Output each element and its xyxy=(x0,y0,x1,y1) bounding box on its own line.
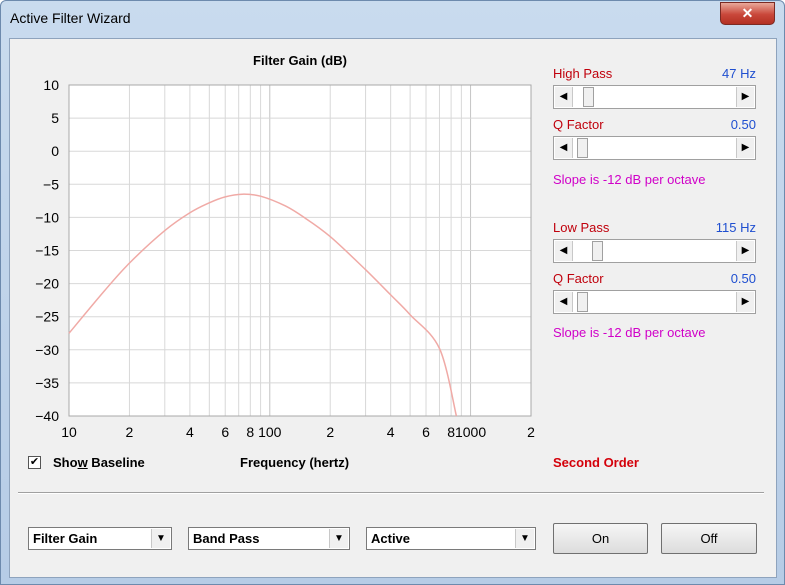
show-baseline-control[interactable]: ✔ Show Baseline xyxy=(28,455,145,470)
scroll-left-icon[interactable]: ◀ xyxy=(555,87,573,107)
high-pass-q-label: Q Factor xyxy=(553,117,604,132)
x-tick-label: 1000 xyxy=(455,424,486,440)
low-pass-q-thumb[interactable] xyxy=(577,292,589,312)
high-pass-thumb[interactable] xyxy=(583,87,595,107)
show-baseline-checkbox[interactable]: ✔ xyxy=(28,456,41,469)
chevron-down-icon[interactable]: ▼ xyxy=(329,529,348,548)
title-bar: Active Filter Wizard ✕ xyxy=(1,1,784,37)
display-mode-value: Filter Gain xyxy=(33,531,98,546)
display-mode-select[interactable]: Filter Gain ▼ xyxy=(28,527,172,550)
high-pass-q-value: 0.50 xyxy=(730,117,756,132)
window-title: Active Filter Wizard xyxy=(10,10,131,26)
low-pass-q-label: Q Factor xyxy=(553,271,604,286)
x-tick-label: 4 xyxy=(186,424,194,440)
low-pass-q-value: 0.50 xyxy=(730,271,756,286)
high-pass-value: 47 Hz xyxy=(722,66,756,81)
low-pass-q-slider[interactable]: ◀ ▶ xyxy=(553,290,756,314)
y-tick-label: 5 xyxy=(51,110,59,126)
x-tick-label: 6 xyxy=(422,424,430,440)
filter-kind-value: Active xyxy=(371,531,411,546)
scroll-left-icon[interactable]: ◀ xyxy=(555,241,573,261)
x-axis-title: Frequency (hertz) xyxy=(240,455,350,470)
y-tick-label: −20 xyxy=(35,276,59,292)
off-button[interactable]: Off xyxy=(661,523,757,554)
x-tick-label: 100 xyxy=(258,424,282,440)
x-tick-label: 2 xyxy=(527,424,535,440)
high-pass-label: High Pass xyxy=(553,66,613,81)
x-tick-label: 8 xyxy=(246,424,254,440)
chevron-down-icon[interactable]: ▼ xyxy=(151,529,170,548)
y-tick-label: −5 xyxy=(43,176,59,192)
chevron-down-icon[interactable]: ▼ xyxy=(515,529,534,548)
y-tick-label: 10 xyxy=(43,77,59,93)
low-pass-label: Low Pass xyxy=(553,220,610,235)
scroll-right-icon[interactable]: ▶ xyxy=(736,292,754,312)
y-tick-label: −10 xyxy=(35,209,59,225)
high-pass-slider[interactable]: ◀ ▶ xyxy=(553,85,756,109)
y-tick-label: −15 xyxy=(35,243,59,259)
scroll-right-icon[interactable]: ▶ xyxy=(736,138,754,158)
x-tick-label: 10 xyxy=(61,424,77,440)
low-pass-slope-text: Slope is -12 dB per octave xyxy=(553,325,706,340)
filter-kind-select[interactable]: Active ▼ xyxy=(366,527,536,550)
y-tick-label: −30 xyxy=(35,342,59,358)
on-button[interactable]: On xyxy=(553,523,648,554)
scroll-left-icon[interactable]: ◀ xyxy=(555,138,573,158)
filter-type-select[interactable]: Band Pass ▼ xyxy=(188,527,350,550)
y-tick-label: 0 xyxy=(51,143,59,159)
low-pass-thumb[interactable] xyxy=(592,241,604,261)
y-tick-label: −35 xyxy=(35,375,59,391)
scroll-left-icon[interactable]: ◀ xyxy=(555,292,573,312)
low-pass-value: 115 Hz xyxy=(715,220,756,235)
high-pass-slope-text: Slope is -12 dB per octave xyxy=(553,172,706,187)
low-pass-slider[interactable]: ◀ ▶ xyxy=(553,239,756,263)
separator xyxy=(18,492,764,494)
filter-type-value: Band Pass xyxy=(193,531,260,546)
high-pass-q-thumb[interactable] xyxy=(577,138,589,158)
scroll-right-icon[interactable]: ▶ xyxy=(736,241,754,261)
x-tick-label: 6 xyxy=(221,424,229,440)
filter-order-label: Second Order xyxy=(553,455,639,470)
x-tick-label: 2 xyxy=(326,424,334,440)
gain-chart: 1050−5−10−15−20−25−30−35−4010 2 4 6 8 100 2 4 6 8… xyxy=(35,77,535,440)
y-tick-label: −40 xyxy=(35,408,59,424)
x-tick-label: 4 xyxy=(387,424,395,440)
close-button[interactable]: ✕ xyxy=(720,2,775,25)
show-baseline-label: Show Baseline xyxy=(53,455,145,470)
high-pass-q-slider[interactable]: ◀ ▶ xyxy=(553,136,756,160)
y-tick-label: −25 xyxy=(35,309,59,325)
chart-title: Filter Gain (dB) xyxy=(253,53,347,68)
scroll-right-icon[interactable]: ▶ xyxy=(736,87,754,107)
x-tick-label: 2 xyxy=(126,424,134,440)
